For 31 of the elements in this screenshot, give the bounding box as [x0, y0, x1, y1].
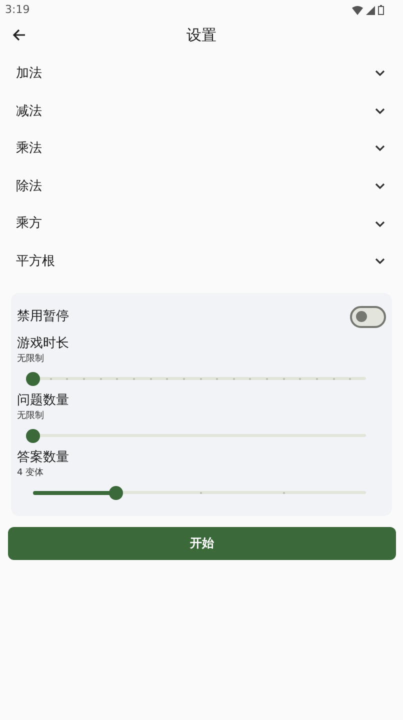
chevron-icon — [375, 145, 385, 152]
back-button[interactable] — [12, 28, 26, 42]
chevron-icon — [375, 183, 385, 190]
slider-value: 无限制 — [17, 410, 45, 423]
chevron-icon — [375, 108, 385, 115]
signal-icon — [366, 6, 375, 14]
section-header[interactable]: 除法 — [0, 168, 403, 206]
status-time: 3:19 — [5, 2, 30, 18]
chevron-icon — [375, 258, 385, 266]
slider-label: 游戏时长 — [17, 334, 70, 353]
slider-thumb[interactable] — [26, 372, 40, 386]
section-header[interactable]: 减法 — [0, 92, 403, 130]
slider-label: 问题数量 — [17, 392, 70, 410]
section-header[interactable]: 加法 — [0, 55, 403, 93]
slider-label: 答案数量 — [17, 448, 70, 467]
wifi-icon — [352, 6, 363, 14]
slider-value: 4 变体 — [17, 466, 45, 480]
slider-thumb[interactable] — [26, 428, 40, 443]
start-button[interactable]: 开始 — [8, 526, 396, 560]
chevron-icon — [375, 70, 385, 78]
chevron-icon — [375, 220, 385, 228]
slider-thumb[interactable] — [109, 486, 124, 500]
section-header[interactable]: 平方根 — [0, 242, 403, 281]
toggle-label: 禁用暂停 — [17, 308, 69, 326]
toggle-switch[interactable] — [350, 306, 386, 328]
section-header[interactable]: 乘法 — [0, 130, 403, 168]
section-header[interactable]: 乘方 — [0, 205, 403, 243]
slider-value: 无限制 — [17, 352, 45, 366]
page-title: 设置 — [186, 24, 216, 46]
back-arrow-icon — [12, 29, 26, 41]
battery-icon — [378, 5, 384, 15]
